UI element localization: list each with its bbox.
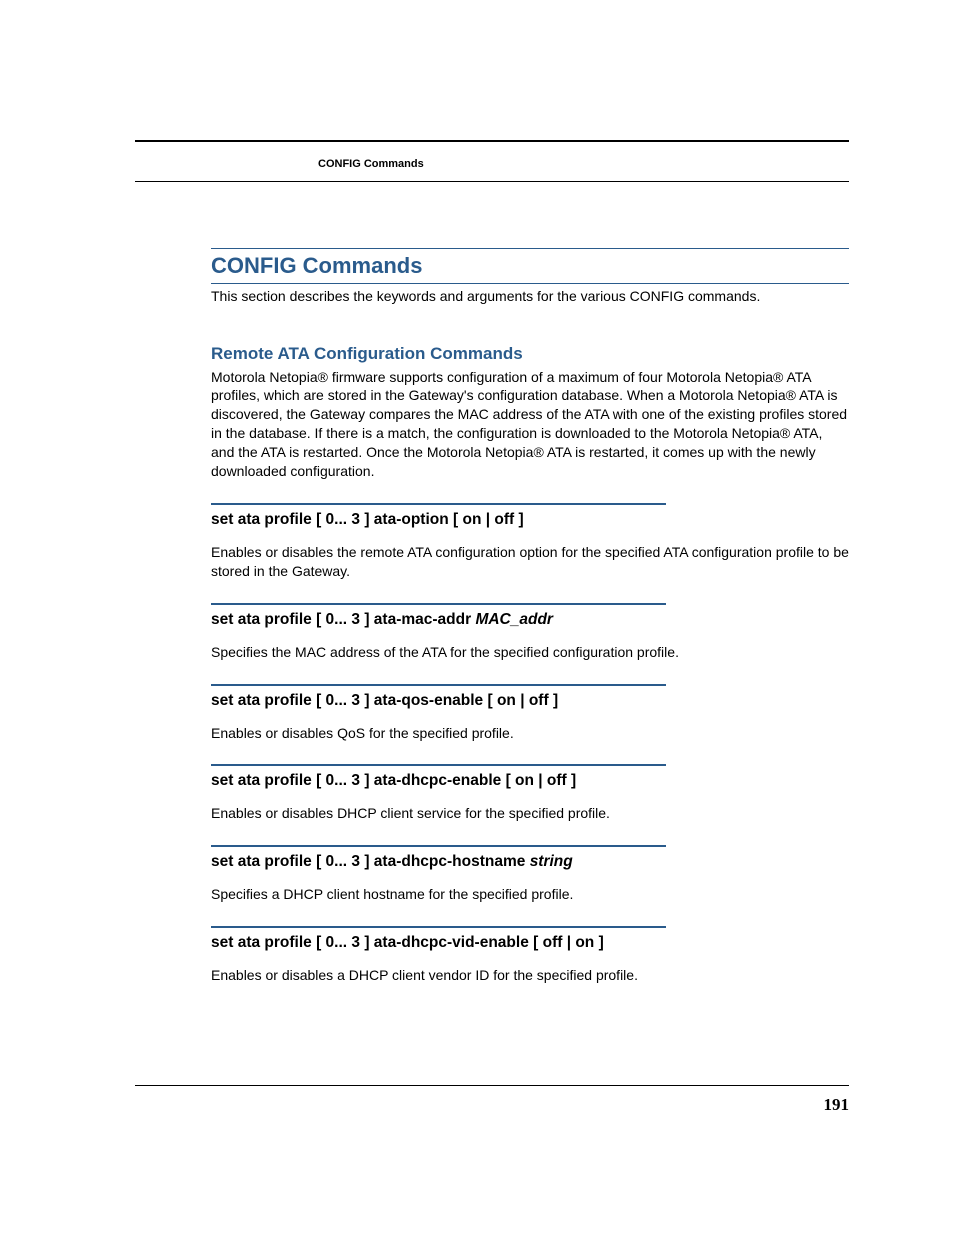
command-heading-text: set ata profile [ 0... 3 ] ata-mac-addr	[211, 611, 475, 628]
command-description: Enables or disables a DHCP client vendor…	[211, 966, 849, 985]
command-block: set ata profile [ 0... 3 ] ata-dhcpc-ena…	[211, 764, 849, 823]
command-heading: set ata profile [ 0... 3 ] ata-dhcpc-ena…	[211, 772, 849, 790]
command-heading-text: set ata profile [ 0... 3 ] ata-dhcpc-vid…	[211, 934, 604, 951]
command-block: set ata profile [ 0... 3 ] ata-dhcpc-hos…	[211, 845, 849, 904]
subsection-title: Remote ATA Configuration Commands	[211, 344, 849, 364]
subsection-paragraph: Motorola Netopia® firmware supports conf…	[211, 368, 849, 481]
command-heading-text: set ata profile [ 0... 3 ] ata-option [ …	[211, 511, 524, 528]
command-heading-italic: string	[530, 853, 573, 870]
command-heading-text: set ata profile [ 0... 3 ] ata-qos-enabl…	[211, 692, 558, 709]
bottom-rule	[135, 1085, 849, 1086]
header-rule	[135, 181, 849, 182]
command-description: Specifies the MAC address of the ATA for…	[211, 643, 849, 662]
command-rule	[211, 845, 666, 847]
h1-bottom-rule	[211, 283, 849, 284]
command-rule	[211, 926, 666, 928]
command-heading: set ata profile [ 0... 3 ] ata-dhcpc-hos…	[211, 853, 849, 871]
page-frame: CONFIG Commands CONFIG Commands This sec…	[135, 140, 849, 1120]
command-block: set ata profile [ 0... 3 ] ata-mac-addr …	[211, 603, 849, 662]
command-rule	[211, 503, 666, 505]
command-description: Enables or disables DHCP client service …	[211, 804, 849, 823]
section-intro: This section describes the keywords and …	[211, 288, 849, 306]
command-block: set ata profile [ 0... 3 ] ata-qos-enabl…	[211, 684, 849, 743]
command-description: Enables or disables the remote ATA confi…	[211, 543, 849, 581]
running-header: CONFIG Commands	[318, 158, 424, 170]
command-description: Specifies a DHCP client hostname for the…	[211, 885, 849, 904]
content-area: CONFIG Commands This section describes t…	[211, 248, 849, 985]
command-heading: set ata profile [ 0... 3 ] ata-dhcpc-vid…	[211, 934, 849, 952]
command-rule	[211, 603, 666, 605]
section-title: CONFIG Commands	[211, 249, 849, 283]
command-heading-italic: MAC_addr	[475, 611, 553, 628]
command-description: Enables or disables QoS for the specifie…	[211, 724, 849, 743]
command-heading-text: set ata profile [ 0... 3 ] ata-dhcpc-ena…	[211, 772, 576, 789]
command-heading: set ata profile [ 0... 3 ] ata-mac-addr …	[211, 611, 849, 629]
command-heading: set ata profile [ 0... 3 ] ata-qos-enabl…	[211, 692, 849, 710]
command-block: set ata profile [ 0... 3 ] ata-option [ …	[211, 503, 849, 581]
top-rule	[135, 140, 849, 142]
command-heading-text: set ata profile [ 0... 3 ] ata-dhcpc-hos…	[211, 853, 530, 870]
command-heading: set ata profile [ 0... 3 ] ata-option [ …	[211, 511, 849, 529]
command-rule	[211, 764, 666, 766]
command-block: set ata profile [ 0... 3 ] ata-dhcpc-vid…	[211, 926, 849, 985]
command-rule	[211, 684, 666, 686]
page-number: 191	[824, 1095, 850, 1115]
